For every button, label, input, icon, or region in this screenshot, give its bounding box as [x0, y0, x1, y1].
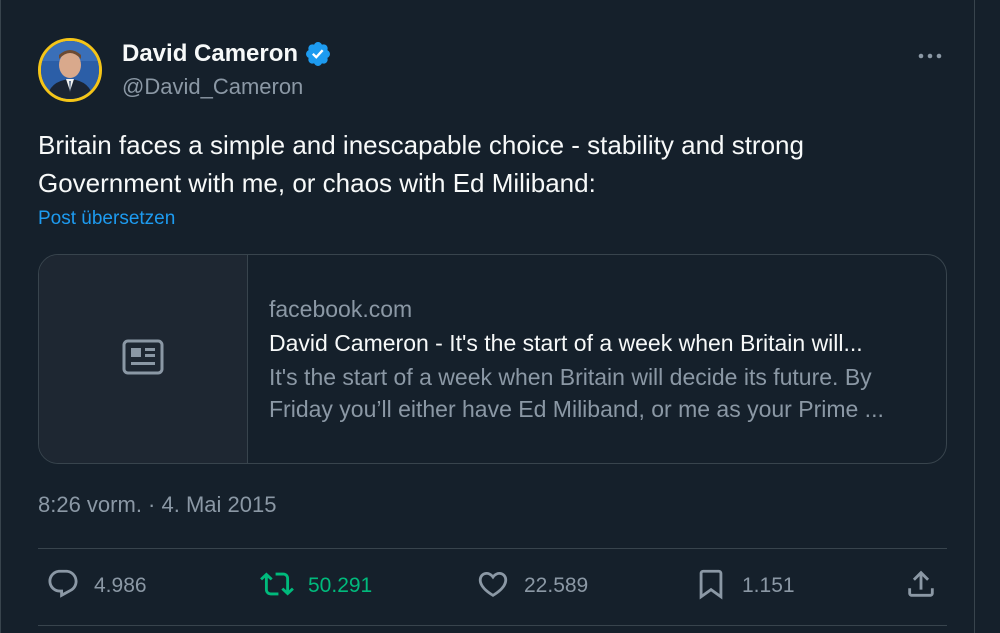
retweet-icon — [260, 567, 294, 606]
card-title: David Cameron - It's the start of a week… — [269, 330, 863, 356]
action-bar: 4.986 50.291 22.589 1.151 — [38, 566, 947, 606]
verified-badge-icon[interactable] — [304, 40, 332, 68]
tweet-detail-view: David Cameron @David_Cameron Britain fac… — [0, 0, 1000, 633]
bookmark-button[interactable]: 1.151 — [694, 566, 795, 606]
tweet-text-line: Britain faces a simple and inescapable c… — [38, 130, 804, 160]
card-thumbnail — [39, 255, 248, 463]
divider — [38, 548, 947, 549]
retweet-count: 50.291 — [308, 574, 373, 597]
card-description-line: Friday you’ll either have Ed Miliband, o… — [269, 396, 884, 422]
like-count: 22.589 — [524, 574, 589, 597]
column-border-left — [0, 0, 1, 633]
tweet-header: David Cameron @David_Cameron — [38, 38, 950, 104]
divider — [38, 625, 947, 626]
card-domain: facebook.com — [269, 296, 413, 322]
like-button[interactable]: 22.589 — [476, 566, 588, 606]
bookmark-count: 1.151 — [742, 574, 795, 597]
reply-count: 4.986 — [94, 574, 147, 597]
reply-button[interactable]: 4.986 — [46, 566, 147, 606]
heart-icon — [476, 567, 510, 606]
author-name[interactable]: David Cameron — [122, 40, 298, 68]
card-description: It's the start of a week when Britain wi… — [269, 361, 929, 425]
tweet-text: Britain faces a simple and inescapable c… — [38, 126, 938, 202]
news-article-icon — [122, 339, 164, 380]
retweet-button[interactable]: 50.291 — [260, 566, 372, 606]
more-options-icon[interactable] — [914, 44, 946, 68]
author-name-line: David Cameron — [122, 40, 332, 68]
tweet-text-line: Government with me, or chaos with Ed Mil… — [38, 168, 596, 198]
card-body: facebook.com David Cameron - It's the st… — [269, 293, 929, 425]
link-preview-card[interactable]: facebook.com David Cameron - It's the st… — [38, 254, 947, 464]
bookmark-icon — [694, 567, 728, 606]
translate-link[interactable]: Post übersetzen — [38, 208, 175, 230]
reply-icon — [46, 567, 80, 606]
avatar[interactable] — [38, 38, 102, 102]
share-button[interactable] — [904, 566, 938, 606]
card-description-line: It's the start of a week when Britain wi… — [269, 364, 872, 390]
author-handle[interactable]: @David_Cameron — [122, 74, 303, 100]
column-border-right — [974, 0, 975, 633]
tweet-timestamp[interactable]: 8:26 vorm. · 4. Mai 2015 — [38, 492, 276, 518]
share-icon — [904, 567, 938, 606]
